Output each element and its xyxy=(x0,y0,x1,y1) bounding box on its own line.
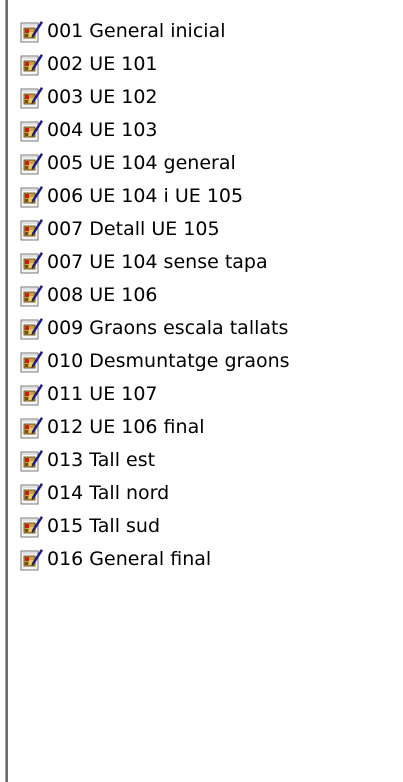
image-document-icon xyxy=(18,216,44,242)
list-item[interactable]: 004 UE 103 xyxy=(8,113,290,146)
list-item[interactable]: 002 UE 101 xyxy=(8,47,290,80)
list-item[interactable]: 010 Desmuntatge graons xyxy=(8,344,290,377)
image-document-icon xyxy=(18,51,44,77)
image-document-icon xyxy=(18,150,44,176)
file-list-pane: 001 General inicial 002 UE 101 003 UE 10… xyxy=(5,0,403,782)
file-name: 003 UE 102 xyxy=(47,85,158,108)
file-name: 012 UE 106 final xyxy=(47,415,205,438)
file-name: 004 UE 103 xyxy=(47,118,158,141)
image-document-icon xyxy=(18,348,44,374)
file-name: 005 UE 104 general xyxy=(47,151,236,174)
file-name: 010 Desmuntatge graons xyxy=(47,349,290,372)
image-document-icon xyxy=(18,513,44,539)
list-item[interactable]: 016 General final xyxy=(8,542,290,575)
list-item[interactable]: 012 UE 106 final xyxy=(8,410,290,443)
file-name: 015 Tall sud xyxy=(47,514,161,537)
image-document-icon xyxy=(18,480,44,506)
file-name: 011 UE 107 xyxy=(47,382,158,405)
image-document-icon xyxy=(18,546,44,572)
file-name: 016 General final xyxy=(47,547,212,570)
list-item[interactable]: 008 UE 106 xyxy=(8,278,290,311)
file-name: 013 Tall est xyxy=(47,448,156,471)
list-item[interactable]: 015 Tall sud xyxy=(8,509,290,542)
list-item[interactable]: 006 UE 104 i UE 105 xyxy=(8,179,290,212)
list-item[interactable]: 005 UE 104 general xyxy=(8,146,290,179)
image-document-icon xyxy=(18,183,44,209)
file-list: 001 General inicial 002 UE 101 003 UE 10… xyxy=(8,14,290,575)
image-document-icon xyxy=(18,282,44,308)
image-document-icon xyxy=(18,414,44,440)
image-document-icon xyxy=(18,249,44,275)
image-document-icon xyxy=(18,18,44,44)
file-name: 006 UE 104 i UE 105 xyxy=(47,184,244,207)
image-document-icon xyxy=(18,381,44,407)
file-name: 014 Tall nord xyxy=(47,481,170,504)
file-name: 009 Graons escala tallats xyxy=(47,316,289,339)
list-item[interactable]: 007 UE 104 sense tapa xyxy=(8,245,290,278)
list-item[interactable]: 011 UE 107 xyxy=(8,377,290,410)
file-name: 007 UE 104 sense tapa xyxy=(47,250,268,273)
list-item[interactable]: 003 UE 102 xyxy=(8,80,290,113)
image-document-icon xyxy=(18,84,44,110)
list-item[interactable]: 013 Tall est xyxy=(8,443,290,476)
file-name: 001 General inicial xyxy=(47,19,226,42)
image-document-icon xyxy=(18,117,44,143)
file-name: 002 UE 101 xyxy=(47,52,158,75)
file-name: 007 Detall UE 105 xyxy=(47,217,220,240)
file-name: 008 UE 106 xyxy=(47,283,158,306)
image-document-icon xyxy=(18,315,44,341)
image-document-icon xyxy=(18,447,44,473)
list-item[interactable]: 014 Tall nord xyxy=(8,476,290,509)
list-item[interactable]: 007 Detall UE 105 xyxy=(8,212,290,245)
list-item[interactable]: 001 General inicial xyxy=(8,14,290,47)
list-item[interactable]: 009 Graons escala tallats xyxy=(8,311,290,344)
